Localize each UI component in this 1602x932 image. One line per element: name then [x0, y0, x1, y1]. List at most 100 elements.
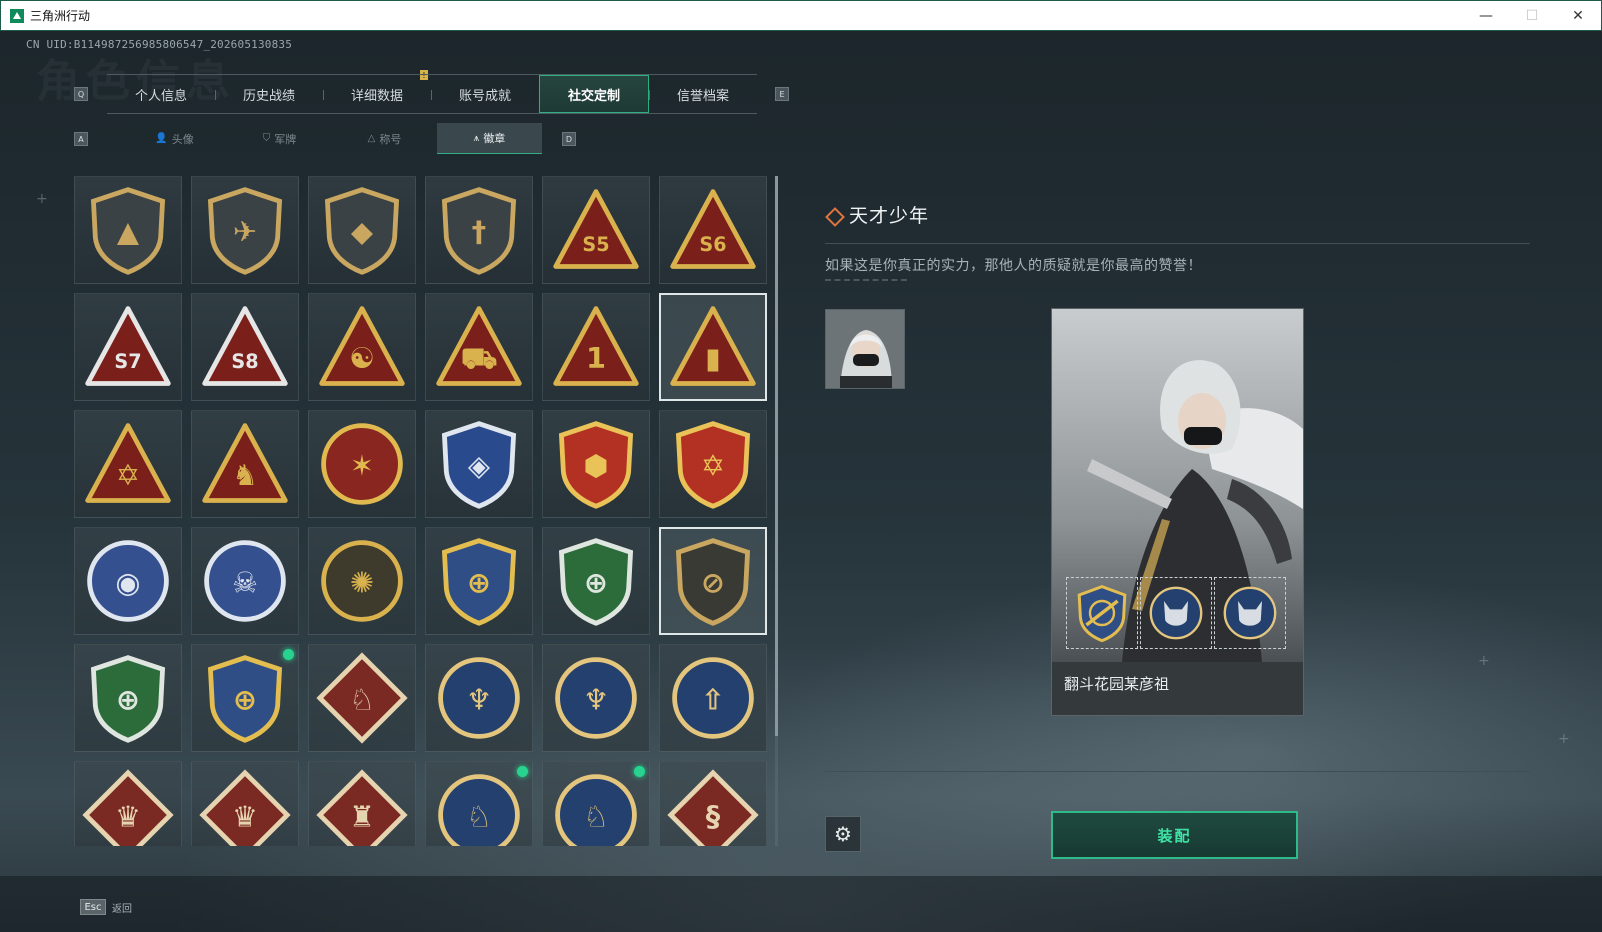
- dragon-diamond-2-badge-icon: ♛: [199, 769, 291, 846]
- badge-emblem: ✡: [116, 458, 140, 492]
- badge-emblem: ◈: [468, 449, 491, 483]
- badge-slot[interactable]: ♘: [542, 761, 650, 846]
- wildcat-circle-2-badge-icon: ♘: [555, 774, 637, 846]
- badge-slot[interactable]: §: [659, 761, 767, 846]
- badge-slot[interactable]: S5: [542, 176, 650, 284]
- badge-slot[interactable]: ✈: [191, 176, 299, 284]
- person-icon: 👤: [155, 133, 168, 144]
- maximize-button[interactable]: ☐: [1509, 1, 1555, 31]
- sniper-gold-2-badge-icon: ⊕: [207, 655, 283, 743]
- badge-slot[interactable]: ▲: [74, 176, 182, 284]
- blue-crest-badge-icon: ◈: [441, 421, 517, 509]
- badge-slot[interactable]: ◈: [425, 410, 533, 518]
- badge-slot[interactable]: ♛: [191, 761, 299, 846]
- badge-slot[interactable]: 1: [542, 293, 650, 401]
- card-badge-slot-3[interactable]: [1214, 577, 1286, 649]
- footer-bar: Esc 返回: [0, 876, 1602, 932]
- next-tab-key[interactable]: E: [775, 87, 789, 101]
- subtab-avatar[interactable]: 👤 头像: [122, 123, 227, 154]
- badge-slot[interactable]: ◉: [74, 527, 182, 635]
- prev-tab-key[interactable]: Q: [74, 87, 88, 101]
- card-badge-slot-1[interactable]: [1066, 577, 1138, 649]
- badge-slot[interactable]: ⊕: [74, 644, 182, 752]
- badge-slot[interactable]: S7: [74, 293, 182, 401]
- tab-credit-record[interactable]: 信誉档案: [649, 75, 757, 113]
- tab-detailed-stats[interactable]: 详细数据: [323, 75, 431, 113]
- badge-title: 天才少年: [849, 205, 930, 227]
- hex-shield-badge-icon: ◆: [324, 187, 400, 275]
- badge-slot[interactable]: ✡: [74, 410, 182, 518]
- tab-match-history[interactable]: 历史战绩: [215, 75, 323, 113]
- number-one-triangle-badge-icon: 1: [553, 306, 639, 386]
- badge-slot[interactable]: ♛: [74, 761, 182, 846]
- subtab-dogtag[interactable]: ⛉ 军牌: [227, 123, 332, 154]
- tab-social-customization[interactable]: 社交定制: [539, 75, 649, 113]
- badge-emblem: ♘: [349, 683, 375, 717]
- tab-achievements[interactable]: 账号成就: [431, 75, 539, 113]
- badge-slot[interactable]: ⛟: [425, 293, 533, 401]
- back-label: 返回: [112, 903, 132, 915]
- wildcat-circle-badge-icon: [1223, 586, 1277, 640]
- tank-sun-badge-icon: ✺: [321, 540, 403, 622]
- badge-slot[interactable]: ⊕: [542, 527, 650, 635]
- badge-slot[interactable]: ♘: [425, 761, 533, 846]
- sub-tab-bar: 👤 头像 ⛉ 军牌 △ 称号 ⩚ 徽章: [122, 123, 542, 154]
- badge-emblem: ♜: [349, 800, 375, 834]
- subtab-title[interactable]: △ 称号: [332, 123, 437, 154]
- badge-slot[interactable]: ✺: [308, 527, 416, 635]
- badge-slot[interactable]: ✶: [308, 410, 416, 518]
- window-titlebar: 三角洲行动 — ☐ ✕: [0, 0, 1602, 31]
- prev-subtab-key[interactable]: A: [74, 132, 88, 146]
- divider: [825, 771, 1530, 772]
- subtab-badge[interactable]: ⩚ 徽章: [437, 123, 542, 154]
- badge-icon: ⩚: [473, 132, 480, 144]
- tab-personal-info[interactable]: 个人信息: [107, 75, 215, 113]
- badge-emblem: ⊕: [116, 683, 140, 717]
- tank-triangle-badge-icon: ⛟: [436, 306, 522, 386]
- badge-grid-scrollbar[interactable]: [775, 176, 778, 846]
- back-button[interactable]: Esc 返回: [80, 899, 132, 915]
- arrow-circle-badge-icon: ⇧: [672, 657, 754, 739]
- badge-slot[interactable]: ▮: [659, 293, 767, 401]
- badge-emblem: ◆: [351, 215, 374, 249]
- app-logo-icon: [10, 8, 24, 23]
- badge-slot[interactable]: ⊘: [659, 527, 767, 635]
- sniper-gold-badge-icon: [1077, 585, 1127, 643]
- close-button[interactable]: ✕: [1555, 1, 1601, 31]
- badge-slot[interactable]: ☠: [191, 527, 299, 635]
- minimize-button[interactable]: —: [1463, 1, 1509, 31]
- badge-slot[interactable]: S8: [191, 293, 299, 401]
- main-tab-bar: 个人信息 历史战绩 详细数据 账号成就 社交定制 信誉档案: [107, 74, 757, 114]
- wildcat-circle-badge-icon: [1149, 586, 1203, 640]
- badge-slot[interactable]: †: [425, 176, 533, 284]
- badge-slot[interactable]: ♆: [542, 644, 650, 752]
- badge-slot[interactable]: S6: [659, 176, 767, 284]
- settings-button[interactable]: ⚙: [825, 816, 861, 852]
- badge-slot[interactable]: ⊕: [425, 527, 533, 635]
- badge-slot[interactable]: ⊕: [191, 644, 299, 752]
- badge-slot[interactable]: ◆: [308, 176, 416, 284]
- window-controls: — ☐ ✕: [1463, 1, 1601, 31]
- season-s8-badge-icon: S8: [202, 306, 288, 386]
- detail-title-row: 天才少年: [825, 201, 929, 228]
- badge-emblem: ▮: [705, 341, 721, 375]
- badge-emblem: ♛: [232, 800, 258, 834]
- equip-button[interactable]: 装配: [1051, 811, 1298, 859]
- badge-slot[interactable]: ☯: [308, 293, 416, 401]
- next-subtab-key[interactable]: D: [562, 132, 576, 146]
- badge-slot[interactable]: ♞: [191, 410, 299, 518]
- scrollbar-thumb[interactable]: [775, 176, 778, 736]
- eagle-circle-2-badge-icon: ♆: [555, 657, 637, 739]
- badge-emblem: 1: [586, 341, 606, 375]
- badge-slot[interactable]: ♜: [308, 761, 416, 846]
- badge-slot[interactable]: ⬢: [542, 410, 650, 518]
- badge-slot[interactable]: ⇧: [659, 644, 767, 752]
- badge-emblem: ♛: [115, 800, 141, 834]
- badge-emblem: S8: [231, 350, 258, 373]
- badge-slot[interactable]: ♘: [308, 644, 416, 752]
- badge-emblem: ✺: [350, 566, 374, 600]
- card-badge-slot-2[interactable]: [1140, 577, 1212, 649]
- badge-slot[interactable]: ✡: [659, 410, 767, 518]
- title-icon: △: [367, 133, 376, 144]
- badge-slot[interactable]: ♆: [425, 644, 533, 752]
